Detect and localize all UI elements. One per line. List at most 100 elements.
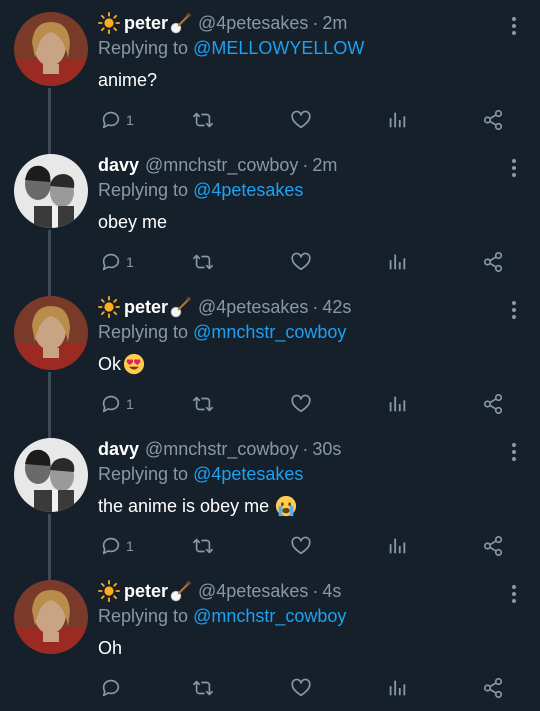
replying-to-label: Replying to bbox=[98, 38, 189, 58]
tweet-actions: 1 bbox=[98, 250, 518, 274]
reply-icon bbox=[100, 251, 122, 273]
tweet-actions: 1 bbox=[98, 392, 518, 416]
reply-button[interactable]: 1 bbox=[100, 392, 134, 416]
share-icon bbox=[482, 393, 504, 415]
tweet-text: anime? bbox=[98, 68, 157, 92]
share-button[interactable] bbox=[482, 676, 504, 700]
retweet-button[interactable] bbox=[192, 250, 214, 274]
like-button[interactable] bbox=[290, 250, 312, 274]
avatar-davy[interactable] bbox=[14, 438, 88, 512]
timestamp[interactable]: 2m bbox=[312, 154, 337, 176]
like-button[interactable] bbox=[290, 534, 312, 558]
tweet-text: the anime is obey me bbox=[98, 494, 297, 518]
replying-to-line: Replying to @4petesakes bbox=[98, 179, 303, 201]
timestamp[interactable]: 42s bbox=[322, 296, 351, 318]
conversation-thread: peter @4petesakes · 2m Replying to @MELL… bbox=[0, 0, 540, 711]
reply-icon bbox=[100, 109, 122, 131]
tweet-text-content: the anime is obey me bbox=[98, 496, 270, 516]
like-button[interactable] bbox=[290, 676, 312, 700]
analytics-button[interactable] bbox=[386, 676, 408, 700]
timestamp[interactable]: 2m bbox=[322, 12, 347, 34]
analytics-button[interactable] bbox=[386, 392, 408, 416]
more-options-icon[interactable] bbox=[510, 584, 518, 604]
heart-icon bbox=[290, 535, 312, 557]
more-options-icon[interactable] bbox=[510, 16, 518, 36]
avatar-peter[interactable] bbox=[14, 580, 88, 654]
heart-icon bbox=[290, 109, 312, 131]
separator-dot: · bbox=[302, 155, 309, 175]
banjo-icon bbox=[170, 296, 192, 318]
user-handle[interactable]: @4petesakes bbox=[198, 296, 308, 318]
mention-link[interactable]: @4petesakes bbox=[193, 464, 303, 484]
timestamp[interactable]: 30s bbox=[312, 438, 341, 460]
analytics-button[interactable] bbox=[386, 534, 408, 558]
like-button[interactable] bbox=[290, 108, 312, 132]
share-button[interactable] bbox=[482, 534, 504, 558]
user-handle[interactable]: @4petesakes bbox=[198, 580, 308, 602]
share-button[interactable] bbox=[482, 250, 504, 274]
crying-emoji bbox=[275, 495, 297, 517]
reply-count: 1 bbox=[126, 254, 134, 270]
tweet[interactable]: peter @4petesakes · 4s Replying to @mnch… bbox=[0, 568, 540, 710]
share-button[interactable] bbox=[482, 108, 504, 132]
sun-icon bbox=[98, 296, 120, 318]
retweet-icon bbox=[192, 535, 214, 557]
separator-dot: · bbox=[312, 297, 319, 317]
tweet[interactable]: davy @mnchstr_cowboy · 2m Replying to @4… bbox=[0, 142, 540, 284]
more-options-icon[interactable] bbox=[510, 442, 518, 462]
separator-dot: · bbox=[312, 13, 319, 33]
mention-link[interactable]: @4petesakes bbox=[193, 180, 303, 200]
replying-to-line: Replying to @mnchstr_cowboy bbox=[98, 321, 346, 343]
analytics-button[interactable] bbox=[386, 250, 408, 274]
reply-button[interactable]: 1 bbox=[100, 108, 134, 132]
reply-icon bbox=[100, 393, 122, 415]
user-handle[interactable]: @4petesakes bbox=[198, 12, 308, 34]
retweet-button[interactable] bbox=[192, 108, 214, 132]
heart-icon bbox=[290, 251, 312, 273]
display-name[interactable]: peter bbox=[124, 296, 168, 318]
tweet[interactable]: peter @4petesakes · 42s Replying to @mnc… bbox=[0, 284, 540, 426]
reply-button[interactable]: 1 bbox=[100, 250, 134, 274]
timestamp[interactable]: 4s bbox=[322, 580, 341, 602]
retweet-icon bbox=[192, 109, 214, 131]
mention-link[interactable]: @mnchstr_cowboy bbox=[193, 606, 346, 626]
heart-icon bbox=[290, 393, 312, 415]
retweet-button[interactable] bbox=[192, 534, 214, 558]
user-handle[interactable]: @mnchstr_cowboy bbox=[145, 438, 298, 460]
avatar-davy[interactable] bbox=[14, 154, 88, 228]
mention-link[interactable]: @MELLOWYELLOW bbox=[193, 38, 364, 58]
display-name[interactable]: peter bbox=[124, 12, 168, 34]
reply-icon bbox=[100, 677, 122, 699]
analytics-icon bbox=[386, 535, 408, 557]
display-name[interactable]: peter bbox=[124, 580, 168, 602]
tweet-text: Oh bbox=[98, 636, 122, 660]
like-button[interactable] bbox=[290, 392, 312, 416]
tweet[interactable]: peter @4petesakes · 2m Replying to @MELL… bbox=[0, 0, 540, 142]
more-options-icon[interactable] bbox=[510, 300, 518, 320]
reply-count: 1 bbox=[126, 538, 134, 554]
avatar-peter[interactable] bbox=[14, 12, 88, 86]
display-name[interactable]: davy bbox=[98, 154, 139, 176]
more-options-icon[interactable] bbox=[510, 158, 518, 178]
replying-to-label: Replying to bbox=[98, 464, 189, 484]
analytics-button[interactable] bbox=[386, 108, 408, 132]
tweet[interactable]: davy @mnchstr_cowboy · 30s Replying to @… bbox=[0, 426, 540, 568]
analytics-icon bbox=[386, 677, 408, 699]
tweet-actions: 1 bbox=[98, 108, 518, 132]
heart-icon bbox=[290, 677, 312, 699]
mention-link[interactable]: @mnchstr_cowboy bbox=[193, 322, 346, 342]
tweet-text-content: Ok bbox=[98, 354, 122, 374]
reply-button[interactable] bbox=[100, 676, 126, 700]
replying-to-label: Replying to bbox=[98, 606, 189, 626]
retweet-button[interactable] bbox=[192, 392, 214, 416]
retweet-button[interactable] bbox=[192, 676, 214, 700]
analytics-icon bbox=[386, 251, 408, 273]
share-button[interactable] bbox=[482, 392, 504, 416]
display-name[interactable]: davy bbox=[98, 438, 139, 460]
banjo-icon bbox=[170, 580, 192, 602]
reply-count: 1 bbox=[126, 396, 134, 412]
user-handle[interactable]: @mnchstr_cowboy bbox=[145, 154, 298, 176]
avatar-peter[interactable] bbox=[14, 296, 88, 370]
tweet-text: Ok bbox=[98, 352, 145, 376]
reply-button[interactable]: 1 bbox=[100, 534, 134, 558]
